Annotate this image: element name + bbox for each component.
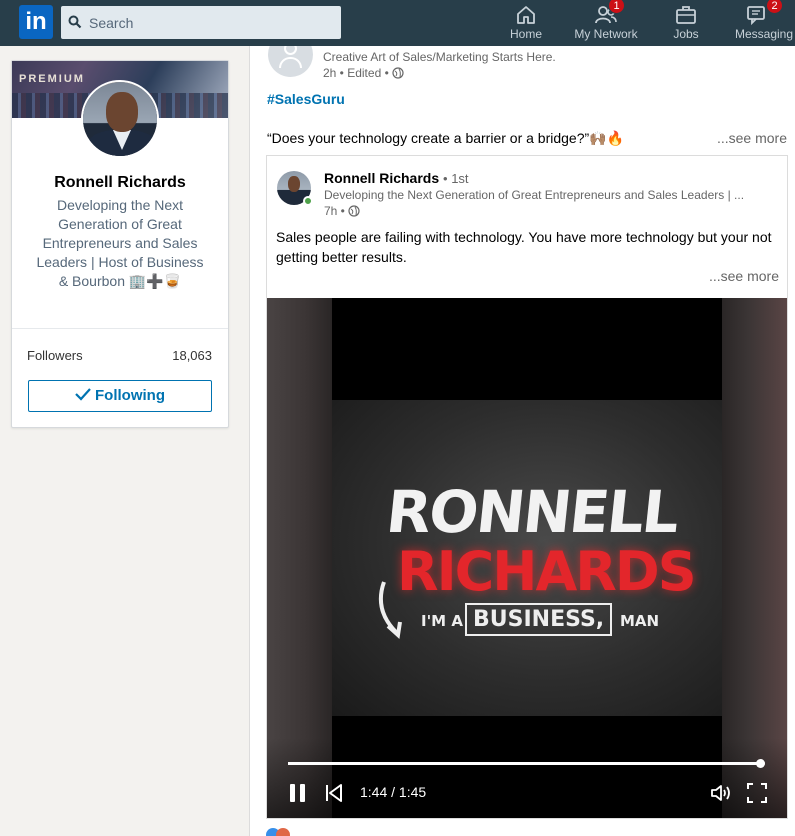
nav-jobs-label: Jobs xyxy=(673,27,699,41)
search-icon xyxy=(68,15,82,29)
nav-messaging-label: Messaging xyxy=(735,27,794,41)
nav-jobs[interactable]: Jobs xyxy=(662,0,710,46)
video-time-display: 1:44 / 1:45 xyxy=(360,784,427,800)
home-icon xyxy=(517,6,535,24)
placeholder-body xyxy=(279,57,302,68)
video-subtitle-business: BUSINESS, xyxy=(465,603,613,636)
video-subtitle-im-a: I'M A xyxy=(421,612,463,630)
video-subtitle-man: MAN xyxy=(620,612,660,630)
following-button-label: Following xyxy=(95,387,165,404)
linkedin-logo-icon[interactable]: in xyxy=(19,5,53,39)
top-nav-bar: in Home 1 My Network Jobs 2 Messaging xyxy=(0,0,795,46)
skip-back-icon[interactable] xyxy=(323,782,345,804)
video-player[interactable]: RONNELL RICHARDS I'M A BUSINESS, MAN 1:4… xyxy=(267,298,787,818)
profile-headline: Developing the Next Generation of Great … xyxy=(36,197,204,289)
shared-author-name[interactable]: Ronnell Richards • 1st xyxy=(324,170,469,186)
pause-icon[interactable] xyxy=(287,782,309,804)
video-progress-bar[interactable] xyxy=(288,759,766,768)
curved-arrow-icon xyxy=(379,581,402,639)
search-input[interactable] xyxy=(89,6,334,39)
profile-name[interactable]: Ronnell Richards xyxy=(12,174,228,192)
followers-label: Followers xyxy=(27,348,83,363)
avatar-face xyxy=(106,92,138,132)
video-title-card: RONNELL RICHARDS I'M A BUSINESS, MAN xyxy=(332,400,722,716)
checkmark-icon xyxy=(75,388,91,401)
shared-post-timestamp: 7h • xyxy=(324,204,360,218)
placeholder-head xyxy=(284,46,297,55)
nav-my-network-label: My Network xyxy=(574,27,638,41)
reactions-row[interactable] xyxy=(266,828,290,836)
volume-icon[interactable] xyxy=(710,782,732,804)
shared-author-headline: Developing the Next Generation of Great … xyxy=(324,188,745,202)
shared-author-name-text[interactable]: Ronnell Richards xyxy=(324,170,439,186)
nav-my-network[interactable]: 1 My Network xyxy=(568,0,644,46)
nav-messaging[interactable]: 2 Messaging xyxy=(733,0,795,46)
video-controls-overlay xyxy=(267,738,787,818)
search-box[interactable] xyxy=(61,6,341,39)
feed-post: Creative Art of Sales/Marketing Starts H… xyxy=(250,46,795,836)
fullscreen-icon[interactable] xyxy=(746,782,768,804)
post-author-avatar[interactable] xyxy=(268,46,313,77)
globe-icon xyxy=(348,205,360,217)
nav-home[interactable]: Home xyxy=(500,0,552,46)
shared-avatar-face xyxy=(288,176,300,192)
post-time-text: 2h • Edited • xyxy=(323,66,389,80)
post-author-description: Creative Art of Sales/Marketing Starts H… xyxy=(323,50,556,64)
video-progress-fill xyxy=(288,762,761,765)
nav-home-label: Home xyxy=(509,27,542,41)
premium-label: PREMIUM xyxy=(19,73,85,85)
shared-post-text: Sales people are failing with technology… xyxy=(276,229,772,265)
network-notification-badge: 1 xyxy=(608,0,625,14)
card-divider xyxy=(12,328,228,329)
post-timestamp: 2h • Edited • xyxy=(323,66,404,80)
connection-degree: • 1st xyxy=(443,171,469,186)
shared-post: Ronnell Richards • 1st Developing the Ne… xyxy=(266,155,788,819)
following-button[interactable]: Following xyxy=(28,380,212,412)
profile-avatar[interactable] xyxy=(81,80,159,158)
video-title-line2: RICHARDS xyxy=(397,540,697,603)
shared-time-text: 7h • xyxy=(324,204,345,218)
hashtag-link[interactable]: #SalesGuru xyxy=(267,91,345,107)
jobs-icon xyxy=(676,6,696,24)
shared-see-more-link[interactable]: ...see more xyxy=(709,268,779,284)
online-status-indicator xyxy=(303,196,313,206)
celebrate-reaction-icon xyxy=(276,828,290,836)
profile-card: PREMIUM Ronnell Richards Developing the … xyxy=(11,60,229,428)
messaging-notification-badge: 2 xyxy=(766,0,783,14)
post-text: “Does your technology create a barrier o… xyxy=(267,130,625,146)
globe-icon xyxy=(392,67,404,79)
see-more-link[interactable]: ...see more xyxy=(717,130,787,146)
followers-count: 18,063 xyxy=(172,348,212,363)
video-title-line1: RONNELL xyxy=(383,478,681,546)
